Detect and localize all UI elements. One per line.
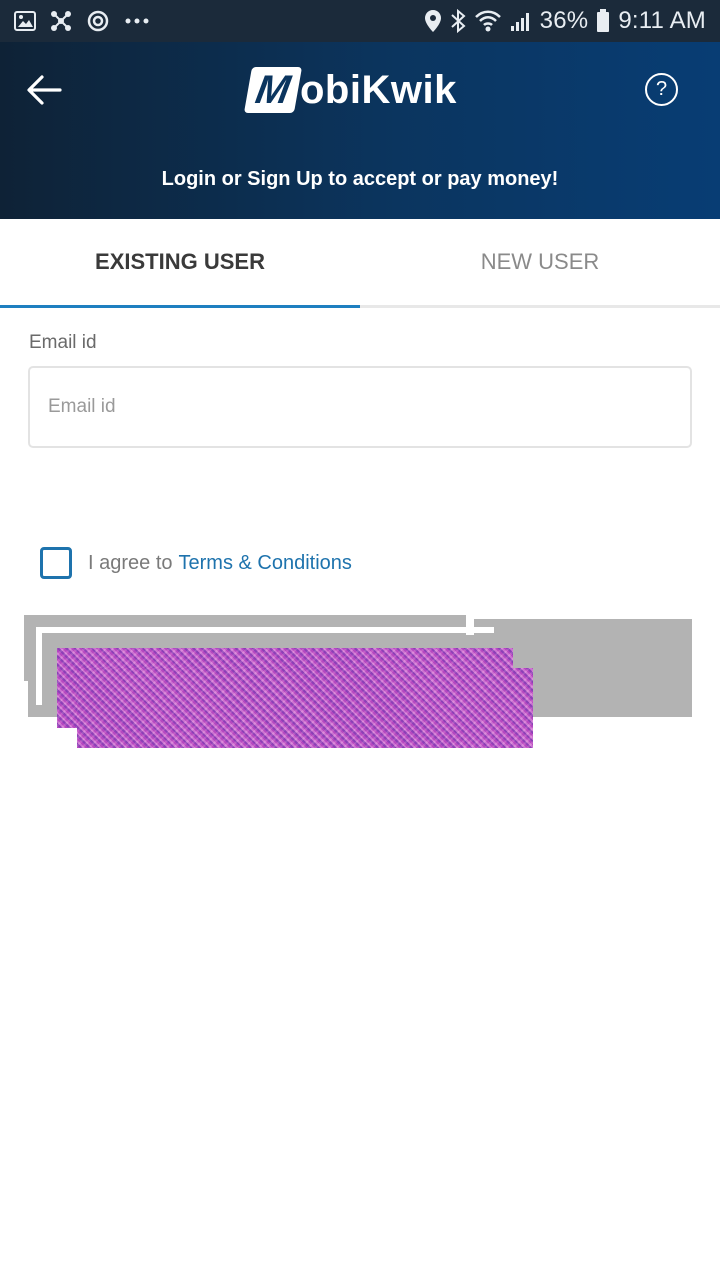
redaction-block — [24, 615, 466, 681]
email-label: Email id — [29, 332, 97, 353]
location-icon — [424, 8, 442, 34]
battery-percent: 36% — [539, 7, 589, 34]
redaction-noise — [57, 648, 513, 728]
logo-text: obiKwik — [300, 67, 457, 112]
back-arrow-icon — [27, 75, 62, 105]
sync-icon — [86, 8, 110, 34]
terms-agreement: I agree to Terms & Conditions — [40, 547, 352, 579]
agree-checkbox[interactable] — [40, 547, 72, 579]
more-icon — [124, 8, 150, 34]
terms-link[interactable]: Terms & Conditions — [179, 552, 352, 575]
header-subtitle: Login or Sign Up to accept or pay money! — [161, 168, 559, 190]
logo-mark: M — [243, 67, 303, 113]
tab-existing-user[interactable]: EXISTING USER — [0, 219, 360, 308]
bluetooth-icon — [450, 8, 466, 34]
signal-icon — [510, 8, 532, 34]
help-icon: ? — [655, 78, 668, 100]
help-button[interactable]: ? — [645, 73, 678, 106]
tab-new-user[interactable]: NEW USER — [360, 219, 720, 305]
user-tabs: EXISTING USER NEW USER — [0, 219, 720, 308]
network-icon — [50, 8, 72, 34]
submit-button-placeholder[interactable] — [28, 619, 692, 717]
redaction-block — [44, 635, 487, 701]
back-button[interactable] — [24, 70, 64, 110]
mobikwik-logo: M obiKwik — [243, 64, 457, 116]
email-input[interactable] — [28, 366, 692, 448]
battery-icon — [596, 8, 610, 34]
agree-text: I agree to — [88, 551, 173, 574]
app-header: M obiKwik ? Login or Sign Up to accept o… — [0, 42, 720, 219]
status-bar: 36% 9:11 AM — [0, 0, 720, 42]
wifi-icon — [474, 8, 502, 34]
redaction-noise — [77, 668, 533, 748]
redaction-strip — [466, 612, 474, 652]
image-icon — [14, 8, 36, 34]
redaction-strip — [36, 627, 494, 633]
clock: 9:11 AM — [618, 7, 706, 34]
redaction-strip — [36, 627, 42, 705]
